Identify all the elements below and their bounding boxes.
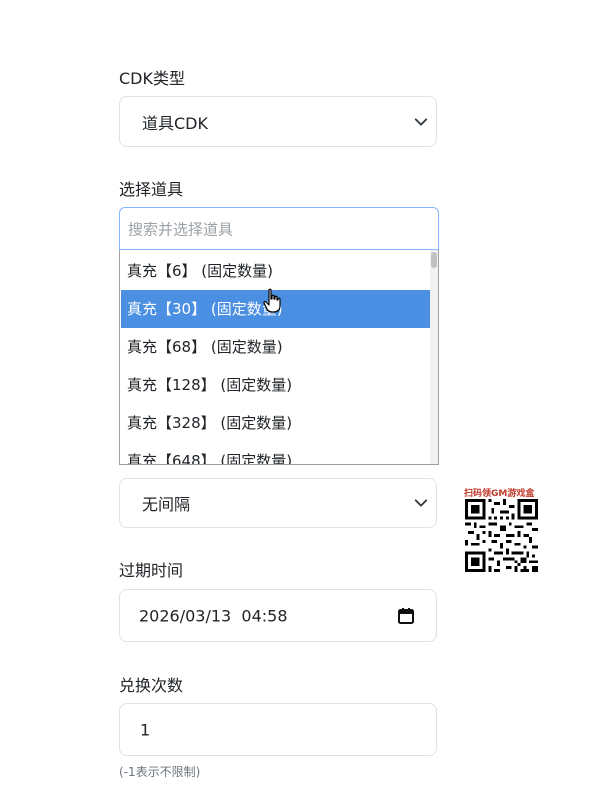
list-item[interactable]: 真充【128】 (固定数量) (121, 366, 432, 404)
expire-time-input[interactable]: 2026/03/13 04:58 (119, 589, 437, 642)
calendar-icon[interactable] (397, 607, 415, 625)
chevron-down-icon (414, 499, 428, 507)
interval-select[interactable]: 无间隔 (119, 478, 437, 528)
redeem-count-label: 兑换次数 (119, 676, 184, 695)
scrollbar-thumb[interactable] (431, 252, 437, 268)
redeem-count-hint: (-1表示不限制) (119, 765, 201, 779)
cdk-type-label: CDK类型 (119, 69, 185, 88)
item-dropdown-list[interactable]: 真充【6】 (固定数量) 真充【30】 (固定数量) 真充【68】 (固定数量)… (119, 250, 439, 465)
chevron-down-icon (414, 117, 428, 126)
hand-cursor-icon (263, 288, 281, 313)
cdk-type-value: 道具CDK (142, 113, 208, 133)
redeem-count-value: 1 (140, 720, 151, 739)
expire-time-label: 过期时间 (119, 561, 184, 580)
list-item[interactable]: 真充【648】 (固定数量) (121, 442, 432, 464)
list-item[interactable]: 真充【68】 (固定数量) (121, 328, 432, 366)
item-search-placeholder: 搜索并选择道具 (128, 220, 234, 238)
expire-time-value: 2026/03/13 04:58 (139, 606, 288, 625)
interval-value: 无间隔 (142, 495, 191, 514)
dropdown-scrollbar[interactable] (430, 250, 438, 464)
item-search-input[interactable]: 搜索并选择道具 (119, 207, 439, 250)
item-select-label: 选择道具 (119, 180, 184, 199)
qr-code-image (465, 499, 538, 572)
qr-caption: 扫码领GM游戏盒 (464, 489, 535, 499)
list-item[interactable]: 真充【328】 (固定数量) (121, 404, 432, 442)
redeem-count-input[interactable]: 1 (119, 703, 437, 756)
list-item[interactable]: 真充【6】 (固定数量) (121, 252, 432, 290)
cdk-type-select[interactable]: 道具CDK (119, 96, 437, 147)
